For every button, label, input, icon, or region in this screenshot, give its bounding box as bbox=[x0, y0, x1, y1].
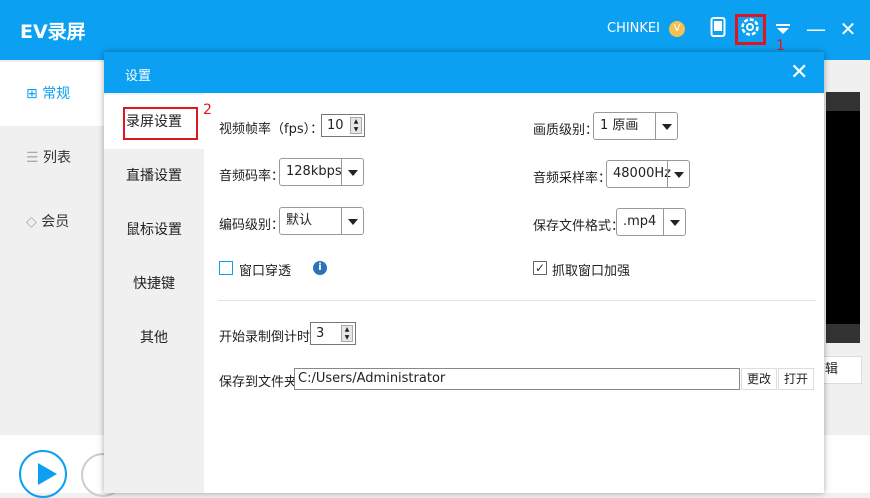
stepper-arrows-icon[interactable]: ▲ ▼ bbox=[341, 325, 353, 342]
play-button[interactable] bbox=[19, 450, 67, 498]
format-label: 保存文件格式： bbox=[533, 219, 625, 234]
tab-mouse-settings[interactable]: 鼠标设置 bbox=[104, 203, 204, 257]
open-folder-button[interactable]: 打开 bbox=[778, 368, 814, 390]
dialog-title: 设置 bbox=[125, 69, 152, 84]
capture-enhance-label: 抓取窗口加强 bbox=[552, 264, 631, 279]
window-through-checkbox[interactable] bbox=[219, 261, 233, 275]
annotation-2: 2 bbox=[203, 102, 212, 118]
minimize-icon[interactable]: — bbox=[804, 17, 828, 41]
dialog-header: 设置 ✕ bbox=[104, 52, 824, 93]
sample-rate-select[interactable]: 48000Hz bbox=[606, 160, 690, 188]
tab-live-settings[interactable]: 直播设置 bbox=[104, 149, 204, 203]
audio-bitrate-select[interactable]: 128kbps bbox=[279, 158, 364, 186]
sidebar-item-general[interactable]: ⊞ 常规 bbox=[0, 62, 104, 126]
countdown-stepper[interactable]: 3 ▲ ▼ bbox=[310, 322, 356, 345]
close-icon[interactable]: ✕ bbox=[790, 60, 808, 85]
sidebar: ⊞ 常规 ☰ 列表 ◇ 会员 bbox=[0, 60, 104, 435]
grid-icon: ⊞ bbox=[26, 86, 43, 102]
mobile-icon[interactable] bbox=[706, 17, 730, 41]
chevron-down-icon bbox=[655, 113, 677, 139]
stepper-arrows-icon[interactable]: ▲ ▼ bbox=[350, 117, 362, 134]
edit-button[interactable]: 辑 bbox=[822, 356, 862, 384]
encode-level-label: 编码级别： bbox=[219, 218, 285, 233]
chevron-down-icon bbox=[667, 161, 689, 187]
diamond-icon: ◇ bbox=[26, 214, 42, 230]
sample-rate-label: 音频采样率： bbox=[533, 171, 612, 186]
change-folder-button[interactable]: 更改 bbox=[741, 368, 777, 390]
divider bbox=[218, 300, 816, 301]
fps-stepper[interactable]: 10 ▲ ▼ bbox=[321, 114, 365, 137]
chevron-down-icon bbox=[663, 209, 685, 235]
format-select[interactable]: .mp4 bbox=[616, 208, 686, 236]
username[interactable]: CHINKEI bbox=[607, 21, 660, 36]
list-icon: ☰ bbox=[26, 150, 44, 166]
quality-label: 画质级别： bbox=[533, 123, 599, 138]
close-icon[interactable]: ✕ bbox=[836, 17, 860, 41]
info-icon[interactable]: i bbox=[313, 261, 327, 275]
fps-label: 视频帧率（fps）： bbox=[219, 122, 324, 137]
tab-hotkeys[interactable]: 快捷键 bbox=[104, 257, 204, 311]
app-title: EV录屏 bbox=[20, 21, 86, 43]
sidebar-item-list[interactable]: ☰ 列表 bbox=[0, 126, 104, 190]
countdown-label: 开始录制倒计时： bbox=[219, 330, 324, 345]
quality-select[interactable]: 1 原画 bbox=[593, 112, 678, 140]
encode-level-select[interactable]: 默认 bbox=[279, 207, 364, 235]
annotation-box-2 bbox=[123, 107, 198, 140]
title-bar: EV录屏 CHINKEI V 1 — ✕ bbox=[0, 0, 870, 60]
chevron-down-icon bbox=[341, 159, 363, 185]
save-path-input[interactable]: C:/Users/Administrator bbox=[294, 368, 740, 390]
chevron-down-icon bbox=[341, 208, 363, 234]
settings-dialog: 设置 ✕ 录屏设置 直播设置 鼠标设置 快捷键 其他 2 视频帧率（fps）： … bbox=[104, 52, 824, 493]
settings-nav: 录屏设置 直播设置 鼠标设置 快捷键 其他 bbox=[104, 93, 204, 493]
window-through-label: 窗口穿透 bbox=[239, 264, 292, 279]
capture-enhance-checkbox[interactable]: ✓ bbox=[533, 261, 547, 275]
preview-area bbox=[826, 92, 860, 343]
tab-other[interactable]: 其他 bbox=[104, 311, 204, 365]
dropdown-menu-icon[interactable] bbox=[771, 17, 795, 41]
annotation-box-1 bbox=[735, 14, 766, 45]
sidebar-item-member[interactable]: ◇ 会员 bbox=[0, 190, 104, 254]
vip-badge-icon: V bbox=[669, 21, 685, 37]
audio-bitrate-label: 音频码率： bbox=[219, 169, 285, 184]
